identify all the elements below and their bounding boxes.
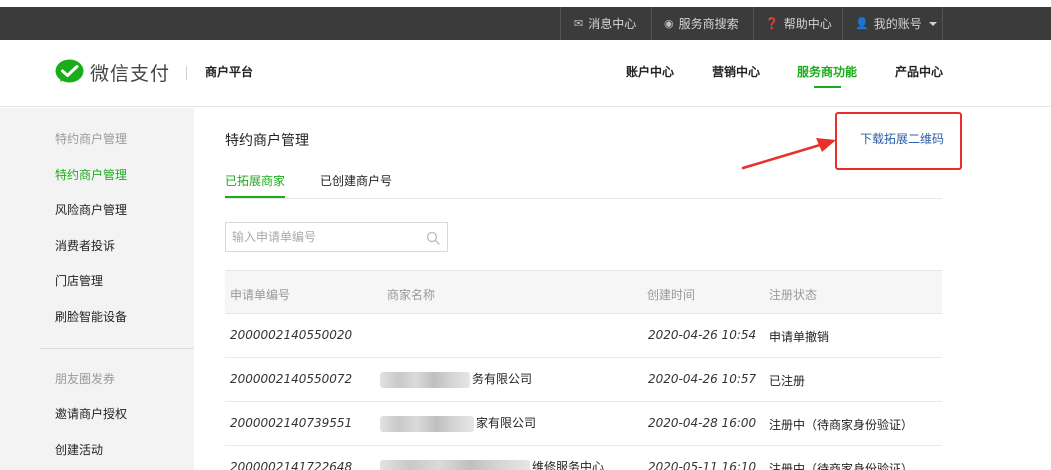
wechat-pay-logo-icon[interactable] xyxy=(55,59,84,86)
my-account-label: 我的账号 xyxy=(873,17,922,31)
utility-separator xyxy=(651,7,652,40)
created-time: 2020-05-11 16:10 xyxy=(648,460,757,470)
sidebar-item-invite-authorization[interactable]: 邀请商户授权 xyxy=(55,405,127,422)
application-id: 2000002140550072 xyxy=(230,372,353,386)
site-header: 微信支付 商户平台 账户中心 营销中心 服务商功能 产品中心 xyxy=(0,40,1051,107)
provider-search-link[interactable]: ◉ 服务商搜索 xyxy=(664,7,739,40)
sidebar-item-risk-merchant[interactable]: 风险商户管理 xyxy=(55,201,127,218)
tab-expanded-merchants[interactable]: 已拓展商家 xyxy=(225,172,285,189)
merchant-name: 家有限公司 xyxy=(476,416,537,430)
column-header-created-time: 创建时间 xyxy=(647,288,696,302)
utility-separator xyxy=(753,7,754,40)
tabs-baseline xyxy=(225,198,942,199)
help-center-link[interactable]: ❓ 帮助中心 xyxy=(765,7,832,40)
redacted-blur xyxy=(380,459,530,470)
registration-status: 已注册 xyxy=(769,374,806,388)
created-time: 2020-04-26 10:57 xyxy=(648,372,757,386)
platform-name: 商户平台 xyxy=(205,65,254,79)
nav-active-indicator xyxy=(814,86,841,88)
redacted-blur xyxy=(380,371,470,388)
search-box xyxy=(225,222,448,252)
nav-product-center[interactable]: 产品中心 xyxy=(895,63,943,80)
utility-separator xyxy=(842,7,843,40)
sidebar-divider xyxy=(40,348,194,349)
merchant-name: 维修服务中心 xyxy=(532,460,605,470)
sidebar-item-create-activity[interactable]: 创建活动 xyxy=(55,441,103,458)
application-id: 2000002140550020 xyxy=(230,328,353,342)
registration-status: 注册中（待商家身份验证） xyxy=(769,418,914,432)
sidebar-group-title: 朋友圈发券 xyxy=(55,372,116,386)
merchant-name: 务有限公司 xyxy=(472,372,533,386)
table-row: 2000002141722648 维修服务中心 2020-05-11 16:10… xyxy=(225,446,942,470)
created-time: 2020-04-28 16:00 xyxy=(648,416,757,430)
sidebar: 特约商户管理 特约商户管理 风险商户管理 消费者投诉 门店管理 刷脸智能设备 朋… xyxy=(0,108,194,470)
help-icon: ❓ xyxy=(765,17,779,30)
created-time: 2020-04-26 10:54 xyxy=(648,328,757,342)
table-row: 2000002140550072 务有限公司 2020-04-26 10:57 … xyxy=(225,358,942,402)
column-header-merchant-name: 商家名称 xyxy=(387,288,436,302)
search-input[interactable] xyxy=(232,228,422,246)
message-center-label: 消息中心 xyxy=(588,17,637,31)
application-id: 2000002141722648 xyxy=(230,460,353,470)
nav-account-center[interactable]: 账户中心 xyxy=(626,63,674,80)
merchant-name-cell: 务有限公司 xyxy=(380,370,532,388)
message-center-link[interactable]: ✉ 消息中心 xyxy=(574,7,636,40)
application-id: 2000002140739551 xyxy=(230,416,353,430)
annotation-arrow-icon xyxy=(741,138,836,170)
chevron-down-icon xyxy=(928,21,937,26)
brand-name: 微信支付 xyxy=(90,63,171,85)
merchant-name-cell: 家有限公司 xyxy=(380,414,536,432)
annotation-highlight-box xyxy=(835,112,962,170)
top-strip xyxy=(0,0,1051,7)
sidebar-item-store-management[interactable]: 门店管理 xyxy=(55,272,103,289)
search-icon[interactable] xyxy=(426,231,440,245)
sidebar-group-title: 特约商户管理 xyxy=(55,132,128,146)
tab-active-indicator xyxy=(225,196,285,198)
redacted-blur xyxy=(380,415,474,432)
search-circle-icon: ◉ xyxy=(664,17,674,30)
utility-separator xyxy=(942,7,943,40)
merchant-name-cell: 维修服务中心 xyxy=(380,458,604,470)
sidebar-item-consumer-complaints[interactable]: 消费者投诉 xyxy=(55,237,115,254)
utility-bar: ✉ 消息中心 ◉ 服务商搜索 ❓ 帮助中心 👤 我的账号 xyxy=(0,7,1051,40)
nav-provider-functions[interactable]: 服务商功能 xyxy=(797,63,857,80)
help-center-label: 帮助中心 xyxy=(783,17,832,31)
utility-separator xyxy=(560,7,561,40)
page-title: 特约商户管理 xyxy=(225,133,309,149)
column-header-registration-status: 注册状态 xyxy=(769,288,818,302)
provider-search-label: 服务商搜索 xyxy=(678,17,739,31)
nav-marketing-center[interactable]: 营销中心 xyxy=(712,63,760,80)
sidebar-item-face-devices[interactable]: 刷脸智能设备 xyxy=(55,308,127,325)
user-icon: 👤 xyxy=(855,17,869,30)
tab-created-merchant-ids[interactable]: 已创建商户号 xyxy=(320,172,392,189)
mail-icon: ✉ xyxy=(574,17,584,30)
sidebar-item-special-merchant[interactable]: 特约商户管理 xyxy=(55,166,127,183)
registration-status: 注册中（待商家身份验证） xyxy=(769,462,914,470)
table-row: 2000002140739551 家有限公司 2020-04-28 16:00 … xyxy=(225,402,942,446)
table-header: 申请单编号 商家名称 创建时间 注册状态 xyxy=(225,270,942,314)
table-row: 2000002140550020 2020-04-26 10:54 申请单撤销 xyxy=(225,314,942,358)
my-account-dropdown[interactable]: 👤 我的账号 xyxy=(855,7,937,40)
registration-status: 申请单撤销 xyxy=(769,330,830,344)
brand-separator xyxy=(186,66,187,80)
column-header-application-id: 申请单编号 xyxy=(230,288,291,302)
